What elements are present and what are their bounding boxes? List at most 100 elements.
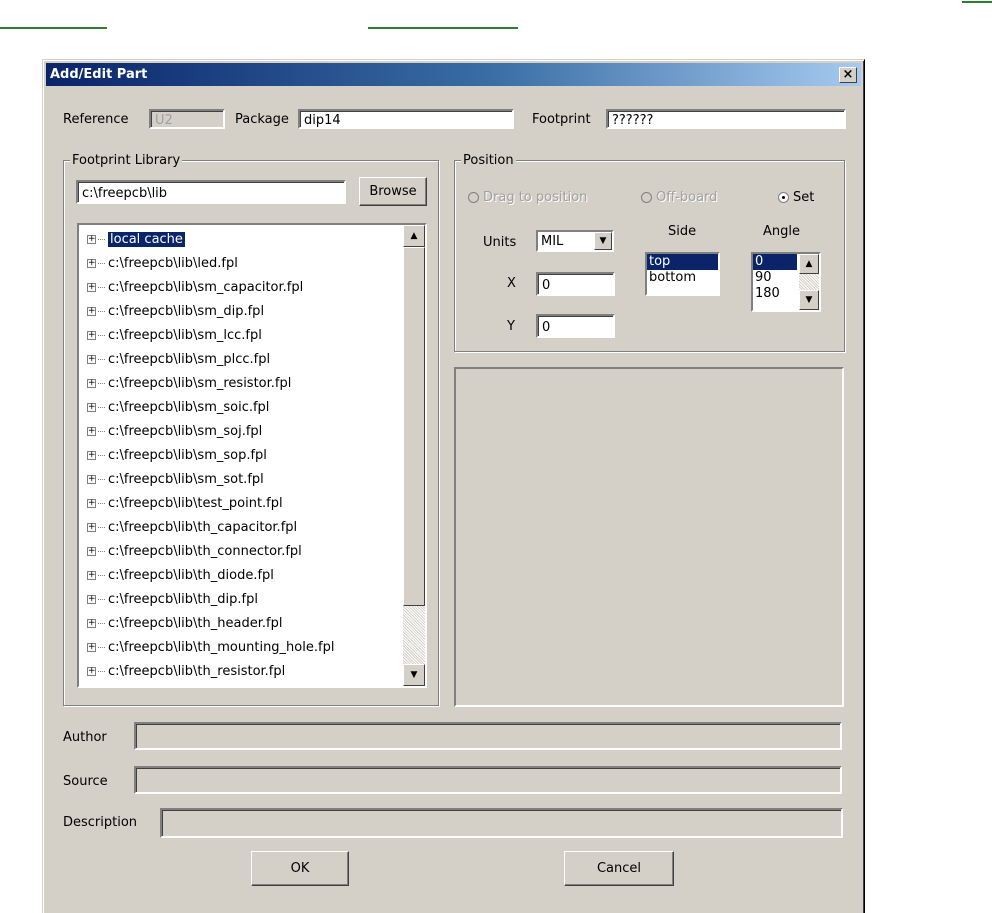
plus-box-icon[interactable]: + (87, 546, 96, 556)
tree-connector (98, 358, 105, 360)
tree-item[interactable]: + c:\freepcb\lib\sm_plcc.fpl (87, 348, 270, 370)
tree-item[interactable]: + c:\freepcb\lib\sm_capacitor.fpl (87, 276, 303, 298)
plus-box-icon[interactable]: + (87, 666, 96, 676)
angle-scroll-down[interactable]: ▼ (799, 290, 819, 310)
description-label: Description (63, 815, 138, 830)
library-path-field[interactable]: c:\freepcb\lib (76, 180, 346, 204)
tree-item[interactable]: + c:\freepcb\lib\sm_lcc.fpl (87, 324, 262, 346)
dropdown-button[interactable]: ▼ (594, 232, 612, 250)
angle-scroll-up[interactable]: ▲ (799, 254, 819, 274)
side-option-bottom[interactable]: bottom (647, 270, 718, 286)
plus-box-icon[interactable]: + (87, 474, 96, 484)
plus-box-icon[interactable]: + (87, 594, 96, 604)
title-bar[interactable]: Add/Edit Part × (46, 63, 861, 86)
tree-connector (98, 382, 105, 384)
tree-item-label: c:\freepcb\lib\test_point.fpl (108, 495, 283, 511)
angle-scrollbar[interactable]: ▲ ▼ (799, 254, 819, 310)
tree-item-label: c:\freepcb\lib\sm_soic.fpl (108, 399, 270, 415)
tree-item[interactable]: + c:\freepcb\lib\th_mounting_hole.fpl (87, 636, 334, 658)
plus-box-icon[interactable]: + (87, 498, 96, 508)
off-board-radio[interactable]: Off-board (641, 190, 717, 205)
tree-item[interactable]: + local cache (87, 228, 185, 250)
tree-item[interactable]: + c:\freepcb\lib\test_point.fpl (87, 492, 283, 514)
units-value: MIL (541, 234, 564, 249)
tree-item[interactable]: + c:\freepcb\lib\sm_sop.fpl (87, 444, 267, 466)
tree-item-label: c:\freepcb\lib\sm_dip.fpl (108, 303, 265, 319)
close-button[interactable]: × (839, 67, 857, 83)
plus-box-icon[interactable]: + (87, 642, 96, 652)
radio-circle-icon (468, 192, 479, 203)
y-field[interactable]: 0 (536, 314, 615, 338)
scroll-thumb[interactable] (403, 247, 425, 606)
side-option-top[interactable]: top (647, 254, 718, 270)
library-tree-scrollbar[interactable]: ▲ ▼ (403, 225, 425, 686)
plus-box-icon[interactable]: + (87, 426, 96, 436)
angle-option-90[interactable]: 90 (753, 270, 797, 286)
tree-item-label: c:\freepcb\lib\th_dip.fpl (108, 591, 258, 607)
angle-option-0[interactable]: 0 (753, 254, 797, 270)
dialog-title: Add/Edit Part (50, 67, 148, 82)
tree-item[interactable]: + c:\freepcb\lib\led.fpl (87, 252, 238, 274)
tree-item[interactable]: + c:\freepcb\lib\th_diode.fpl (87, 564, 274, 586)
description-field[interactable] (160, 808, 843, 838)
plus-box-icon[interactable]: + (87, 234, 96, 244)
set-label: Set (793, 190, 815, 205)
source-field[interactable] (134, 766, 842, 794)
package-field[interactable]: dip14 (298, 109, 514, 129)
plus-box-icon[interactable]: + (87, 258, 96, 268)
ok-button[interactable]: OK (251, 851, 349, 886)
tree-item[interactable]: + c:\freepcb\lib\th_dip.fpl (87, 588, 258, 610)
plus-box-icon[interactable]: + (87, 570, 96, 580)
x-field[interactable]: 0 (536, 272, 615, 296)
tree-item[interactable]: + c:\freepcb\lib\th_capacitor.fpl (87, 516, 297, 538)
tree-connector (98, 310, 105, 312)
footprint-preview (454, 367, 844, 707)
tree-item-label: c:\freepcb\lib\sm_resistor.fpl (108, 375, 292, 391)
plus-box-icon[interactable]: + (87, 618, 96, 628)
tree-item-label: c:\freepcb\lib\sm_sot.fpl (108, 471, 264, 487)
angle-listbox[interactable]: 0 90 180 ▲ ▼ (751, 252, 821, 312)
plus-box-icon[interactable]: + (87, 354, 96, 364)
tree-connector (98, 670, 105, 672)
plus-box-icon[interactable]: + (87, 378, 96, 388)
plus-box-icon[interactable]: + (87, 522, 96, 532)
plus-box-icon[interactable]: + (87, 306, 96, 316)
tree-item[interactable]: + c:\freepcb\lib\th_header.fpl (87, 612, 282, 634)
tree-item[interactable]: + c:\freepcb\lib\sm_dip.fpl (87, 300, 264, 322)
tree-connector (98, 262, 105, 264)
tree-item-label: c:\freepcb\lib\sm_soj.fpl (108, 423, 263, 439)
drag-to-position-radio[interactable]: Drag to position (468, 190, 587, 205)
units-select[interactable]: MIL ▼ (536, 230, 614, 252)
tree-connector (98, 478, 105, 480)
add-edit-part-dialog: Add/Edit Part × Reference U2 Package dip… (42, 59, 865, 913)
plus-box-icon[interactable]: + (87, 450, 96, 460)
tree-connector (98, 238, 105, 240)
author-field[interactable] (134, 722, 842, 750)
set-radio[interactable]: Set (778, 190, 814, 205)
tree-connector (98, 646, 105, 648)
reference-field[interactable]: U2 (149, 109, 225, 129)
tree-item[interactable]: + c:\freepcb\lib\th_connector.fpl (87, 540, 302, 562)
scroll-up-button[interactable]: ▲ (403, 225, 425, 247)
off-board-label: Off-board (656, 190, 718, 205)
footprint-label: Footprint (532, 112, 591, 127)
tree-connector (98, 550, 105, 552)
cancel-button[interactable]: Cancel (564, 851, 674, 886)
side-listbox[interactable]: top bottom (645, 252, 720, 296)
footprint-field[interactable]: ?????? (606, 109, 846, 129)
plus-box-icon[interactable]: + (87, 402, 96, 412)
plus-box-icon[interactable]: + (87, 282, 96, 292)
tree-item[interactable]: + c:\freepcb\lib\sm_sot.fpl (87, 468, 264, 490)
plus-box-icon[interactable]: + (87, 330, 96, 340)
tree-item[interactable]: + c:\freepcb\lib\sm_resistor.fpl (87, 372, 291, 394)
scroll-down-button[interactable]: ▼ (403, 664, 425, 686)
tree-item[interactable]: + c:\freepcb\lib\th_resistor.fpl (87, 660, 285, 682)
angle-option-180[interactable]: 180 (753, 286, 797, 302)
tree-item[interactable]: + c:\freepcb\lib\sm_soj.fpl (87, 420, 262, 442)
tree-item-label: c:\freepcb\lib\th_header.fpl (108, 615, 283, 631)
position-legend: Position (461, 153, 516, 168)
library-tree[interactable]: + local cache + c:\freepcb\lib\led.fpl + c:\f… (77, 223, 427, 688)
tree-item[interactable]: + c:\freepcb\lib\sm_soic.fpl (87, 396, 269, 418)
browse-button[interactable]: Browse (359, 177, 427, 206)
tree-connector (98, 598, 105, 600)
